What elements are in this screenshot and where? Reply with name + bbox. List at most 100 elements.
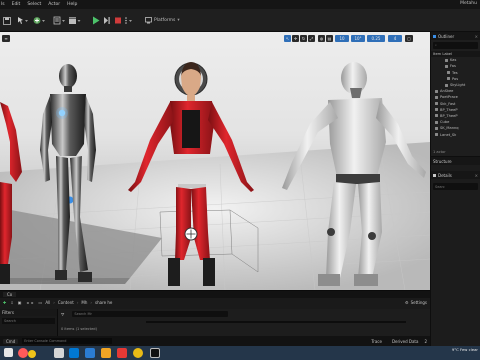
breadcrumb-current[interactable]: share he <box>95 300 112 305</box>
outliner-row[interactable]: Lanet_Sk <box>431 131 480 137</box>
app-icon-red-2[interactable] <box>117 348 127 358</box>
grid-snap-toggle[interactable]: 10 <box>335 35 349 42</box>
cinematics-button[interactable] <box>68 16 82 25</box>
camera-speed-value: 4 <box>393 36 397 41</box>
file-explorer-icon[interactable] <box>85 348 95 358</box>
outliner-row-label: Pos <box>452 76 459 81</box>
main-toolbar: Platforms ▾ <box>0 9 480 32</box>
edge-browser-icon[interactable] <box>69 348 79 358</box>
details-search-placeholder: Searc <box>435 184 445 189</box>
translate-button[interactable]: ✛ <box>292 35 299 42</box>
outliner-search-input[interactable]: ⌕ <box>433 42 478 49</box>
save-icon <box>3 16 11 25</box>
actor-icon <box>435 120 438 124</box>
gear-icon: ⚙ <box>405 300 409 305</box>
cmd-button[interactable]: Cmd <box>3 338 19 344</box>
chrome-browser-icon[interactable] <box>133 348 143 358</box>
source-control-button[interactable]: 2 <box>424 339 427 344</box>
play-button[interactable] <box>92 16 100 25</box>
blueprint-icon <box>53 16 65 25</box>
save-button[interactable] <box>3 16 11 25</box>
menu-item-edit[interactable]: Edit <box>12 2 21 7</box>
skip-frame-button[interactable] <box>103 16 111 25</box>
scale-snap-toggle[interactable]: 0.25 <box>367 35 385 42</box>
outliner-row-label: Cube <box>440 120 450 125</box>
sources-search-input[interactable]: Search <box>2 318 55 324</box>
add-asset-icon[interactable]: ✚ <box>3 300 6 305</box>
details-tab[interactable]: Details × <box>431 171 480 179</box>
filters-header[interactable]: Filters <box>0 309 57 316</box>
platforms-button[interactable]: Platforms ▾ <box>145 16 180 25</box>
task-view-icon[interactable] <box>54 348 64 358</box>
actor-icon <box>435 126 438 130</box>
select-transform-button[interactable]: ↖ <box>284 35 291 42</box>
outliner-row-label: PoetPrace <box>440 95 458 100</box>
settings-label: Settings <box>410 300 427 305</box>
skip-frame-icon <box>104 17 110 24</box>
content-browser-tab[interactable]: Co <box>3 292 17 297</box>
scale-snap-value: 0.25 <box>371 36 381 41</box>
breadcrumb-mh[interactable]: Mh <box>81 300 87 305</box>
globe-icon: ◍ <box>319 36 324 41</box>
unreal-engine-icon[interactable] <box>150 348 160 358</box>
scale-button[interactable]: ⤢ <box>308 35 315 42</box>
play-options-button[interactable] <box>124 16 136 25</box>
surface-snap-icon: ▤ <box>327 36 332 41</box>
forward-arrow-icon[interactable]: ▸ <box>32 300 34 305</box>
rotation-snap-value: 10° <box>354 36 362 41</box>
system-tray: 9°C Few clear <box>452 347 478 353</box>
menu-bar: ls Edit Select Actor Help Metahu <box>0 0 480 9</box>
rotate-button[interactable]: ↻ <box>300 35 307 42</box>
close-icon[interactable]: × <box>475 173 478 178</box>
select-mode-button[interactable] <box>17 16 29 25</box>
outliner-row-label: Tes <box>452 70 458 75</box>
maximize-viewport-button[interactable]: ▢ <box>405 35 413 42</box>
actor-icon <box>435 89 438 93</box>
menu-item-select[interactable]: Select <box>27 2 41 7</box>
actor-icon <box>445 64 448 68</box>
back-arrow-icon[interactable]: ◂ <box>27 300 29 305</box>
derived-data-button[interactable]: Derived Data <box>392 339 419 344</box>
folder-app-icon[interactable] <box>101 348 111 358</box>
breadcrumb-all[interactable]: All <box>45 300 50 305</box>
details-search-input[interactable]: Searc <box>433 183 478 190</box>
close-icon[interactable]: × <box>475 34 478 39</box>
app-icon-red[interactable] <box>18 348 28 358</box>
world-space-button[interactable]: ◍ <box>318 35 325 42</box>
filters-label: Filters <box>2 310 14 315</box>
add-content-button[interactable] <box>33 16 47 25</box>
menu-item-help[interactable]: Help <box>67 2 77 7</box>
maximize-icon: ▢ <box>407 36 411 41</box>
menu-item-actor[interactable]: Actor <box>48 2 60 7</box>
rotate-icon: ↻ <box>301 36 306 41</box>
structure-tab[interactable]: Structure <box>431 157 480 165</box>
level-viewport[interactable]: ≡ ↖ ✛ ↻ ⤢ ◍ ▤ 10 10° 0.25 4 ▢ <box>0 32 430 290</box>
app-icon-yellow[interactable] <box>28 350 36 358</box>
windows-taskbar: 9°C Few clear <box>0 346 480 360</box>
outliner-icon <box>433 34 436 38</box>
settings-button[interactable]: ⚙ Settings <box>405 300 427 305</box>
breadcrumb-content[interactable]: Content <box>58 300 74 305</box>
project-title: Metahu <box>460 1 477 6</box>
trace-button[interactable]: Trace <box>371 339 382 344</box>
play-icon <box>93 16 100 25</box>
actor-icon <box>447 71 450 75</box>
rotation-snap-toggle[interactable]: 10° <box>351 35 365 42</box>
viewport-scene <box>0 62 430 290</box>
console-input[interactable]: Enter Console Command <box>22 338 113 344</box>
items-count: 0 items (1 selected) <box>61 327 97 331</box>
save-all-icon[interactable]: ▣ <box>18 300 22 305</box>
viewport-options-button[interactable]: ≡ <box>2 35 10 42</box>
filter-icon[interactable]: ⛛ <box>61 312 64 317</box>
stop-button[interactable] <box>114 16 122 25</box>
import-icon[interactable]: ⇩ <box>10 300 13 305</box>
camera-speed-button[interactable]: 4 <box>388 35 402 42</box>
blueprints-button[interactable] <box>53 16 67 25</box>
timeline-strip <box>146 321 406 323</box>
windows-start-icon[interactable] <box>4 348 13 357</box>
outliner-tree: Kas Fas Tes Pos SkyLight AnSkee PoetPrace Skk_F… <box>431 57 480 137</box>
surface-snap-button[interactable]: ▤ <box>326 35 333 42</box>
menu-item-file[interactable]: ls <box>1 2 5 7</box>
outliner-row-label: SK_Mannq <box>440 126 459 131</box>
asset-search-input[interactable]: Search Mr <box>72 311 229 317</box>
